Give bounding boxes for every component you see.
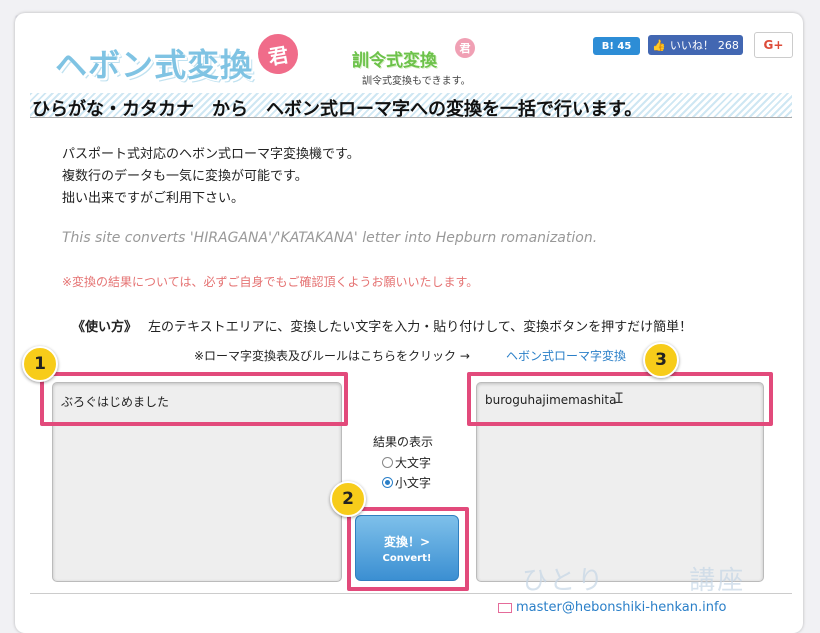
warning-note: ※変換の結果については、必ずご自身でもご確認頂くようお願いいたします。 <box>62 275 479 289</box>
highlight-output-box <box>467 372 773 426</box>
footer-divider <box>30 593 792 594</box>
fb-like-label: いいね！ <box>669 39 714 52</box>
usage-text: 左のテキストエリアに、変換したい文字を入力・貼り付けして、変換ボタンを押すだけ簡… <box>148 320 693 335</box>
uppercase-radio[interactable] <box>382 457 393 468</box>
highlight-input-box <box>40 372 348 426</box>
intro-line-1: パスポート式対応のヘボン式ローマ字変換機です。 <box>62 147 360 162</box>
step-marker-1: 1 <box>22 346 58 382</box>
intro-line-3: 拙い出来ですがご利用下さい。 <box>62 191 245 206</box>
site-logo[interactable]: ヘボン式変換 <box>55 40 253 86</box>
intro-line-2: 複数行のデータも一気に変換が可能です。 <box>62 169 308 184</box>
lowercase-option[interactable]: 小文字 <box>382 474 431 491</box>
uppercase-option[interactable]: 大文字 <box>382 454 431 471</box>
fb-like-count: 268 <box>717 38 739 52</box>
usage-heading: 《使い方》 <box>72 320 138 335</box>
uppercase-label: 大文字 <box>395 456 432 470</box>
kunrei-logo-link[interactable]: 訓令式変換 <box>352 46 437 71</box>
page-title: ひらがな・カタカナ から ヘボン式ローマ字への変換を一括で行います。 <box>32 99 643 120</box>
hatena-bookmark-button[interactable]: B! 45 <box>593 37 640 55</box>
mail-icon <box>498 602 512 613</box>
highlight-convert-button <box>347 507 469 591</box>
google-plus-button[interactable]: G+ <box>754 32 793 58</box>
result-display-label: 結果の表示 <box>373 435 434 449</box>
kunrei-logo-badge: 君 <box>455 38 475 58</box>
lowercase-label: 小文字 <box>395 476 432 490</box>
step-marker-2: 2 <box>330 481 366 517</box>
kunrei-subtitle: 訓令式変換もできます。 <box>362 76 471 87</box>
watermark: ひとり 講座 <box>522 566 746 596</box>
step-marker-3: 3 <box>643 342 679 378</box>
english-description: This site converts 'HIRAGANA'/'KATAKANA'… <box>62 230 598 246</box>
headline-bar: ひらがな・カタカナ から ヘボン式ローマ字への変換を一括で行います。 <box>30 93 792 120</box>
facebook-like-button[interactable]: 👍 いいね！ 268 <box>648 35 743 55</box>
lowercase-radio[interactable] <box>382 477 393 488</box>
thumbs-up-icon: 👍 <box>652 38 666 52</box>
conversion-table-note: ※ローマ字変換表及びルールはこちらをクリック → <box>194 349 470 363</box>
conversion-table-link[interactable]: ヘボン式ローマ字変換 <box>506 347 626 364</box>
